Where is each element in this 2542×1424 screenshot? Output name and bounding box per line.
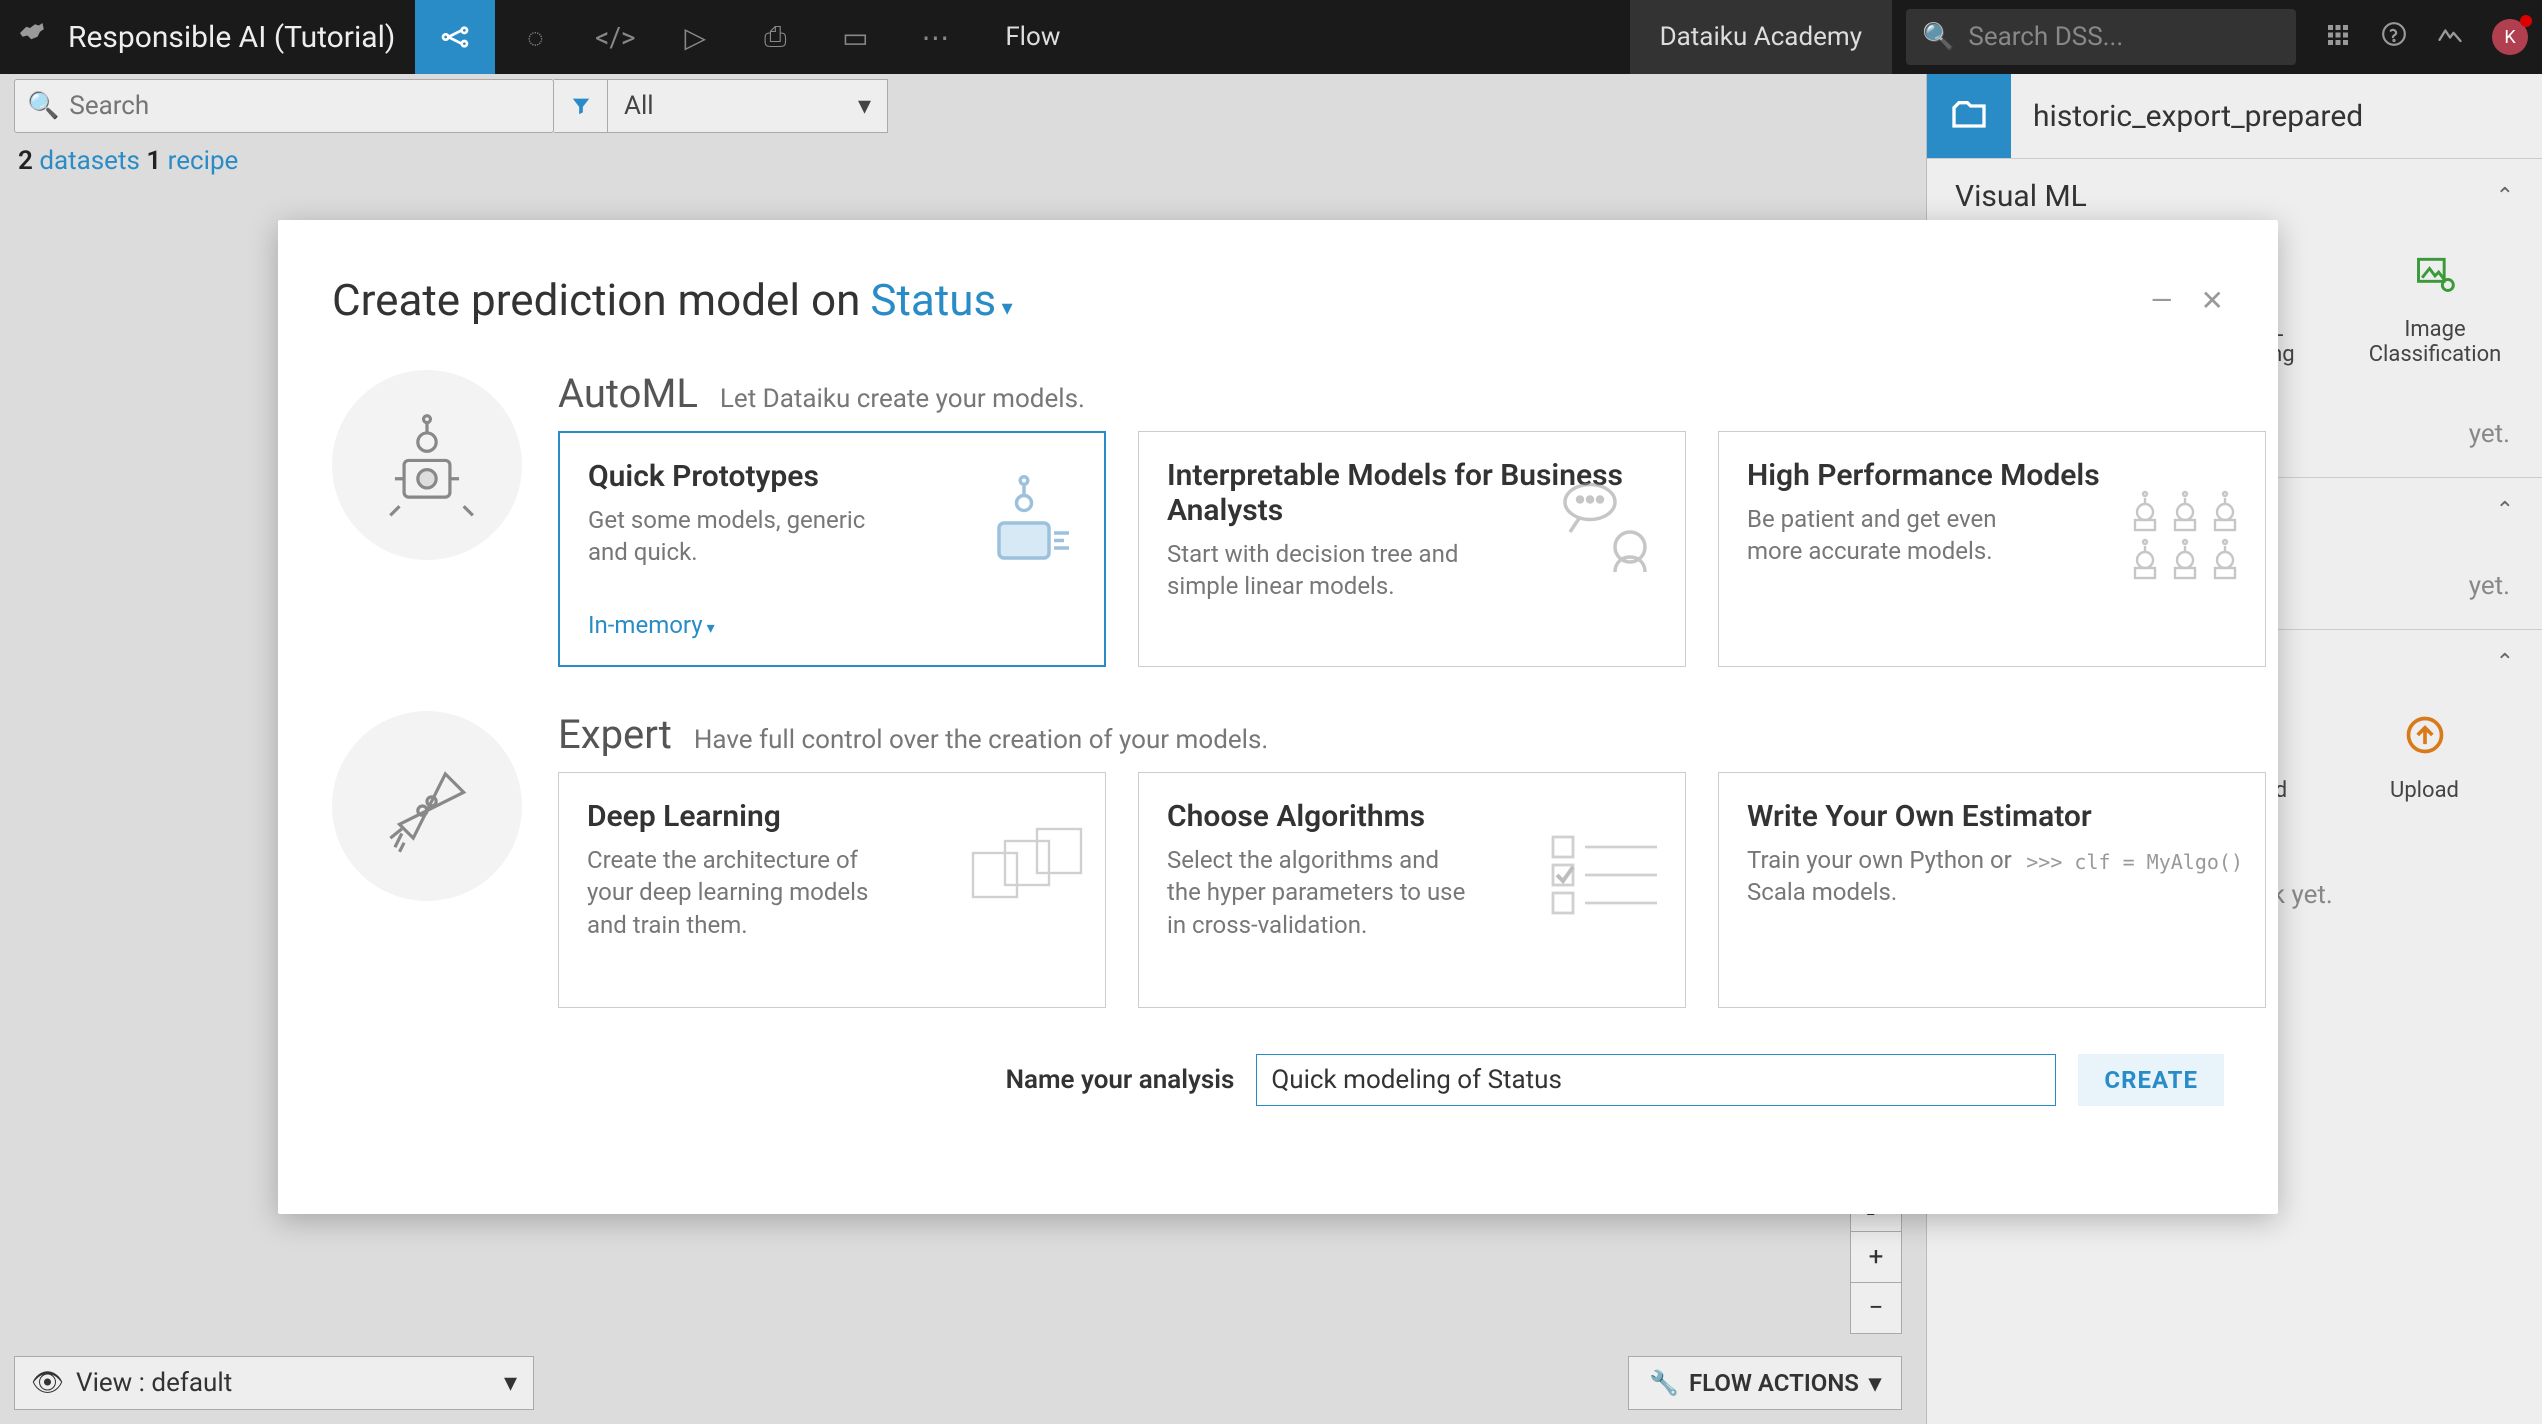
robot-icon — [964, 473, 1084, 593]
expert-heading: Expert — [558, 711, 672, 758]
automl-illustration-icon — [332, 370, 522, 560]
automl-heading: AutoML — [558, 370, 698, 417]
checklist-icon — [1545, 813, 1665, 933]
expert-sub: Have full control over the creation of y… — [694, 725, 1268, 755]
choose-algorithms-card[interactable]: Choose Algorithms Select the algorithms … — [1138, 772, 1686, 1008]
code-sample: >>> clf = MyAlgo() — [2026, 849, 2243, 875]
high-performance-card[interactable]: High Performance Models Be patient and g… — [1718, 431, 2266, 667]
expert-illustration-icon — [332, 711, 522, 901]
quick-prototypes-card[interactable]: Quick Prototypes Get some models, generi… — [558, 431, 1106, 667]
engine-dropdown[interactable]: In-memory — [588, 611, 1076, 639]
interpretable-models-card[interactable]: Interpretable Models for Business Analys… — [1138, 431, 1686, 667]
name-analysis-label: Name your analysis — [1006, 1065, 1235, 1095]
automl-sub: Let Dataiku create your models. — [720, 384, 1085, 414]
modal-title: Create prediction model on Status — [332, 274, 1013, 326]
cluster-icon — [2125, 472, 2245, 592]
analysis-name-input[interactable] — [1256, 1054, 2056, 1106]
layers-icon — [965, 813, 1085, 933]
close-icon[interactable]: ✕ — [2201, 284, 2224, 317]
deep-learning-card[interactable]: Deep Learning Create the architecture of… — [558, 772, 1106, 1008]
minimize-icon[interactable]: — — [2151, 284, 2173, 317]
own-estimator-card[interactable]: Write Your Own Estimator Train your own … — [1718, 772, 2266, 1008]
analysts-icon — [1545, 472, 1665, 592]
target-column-dropdown[interactable]: Status — [870, 274, 1012, 326]
create-model-modal: Create prediction model on Status — ✕ Au… — [278, 220, 2278, 1214]
create-button[interactable]: CREATE — [2078, 1054, 2224, 1106]
